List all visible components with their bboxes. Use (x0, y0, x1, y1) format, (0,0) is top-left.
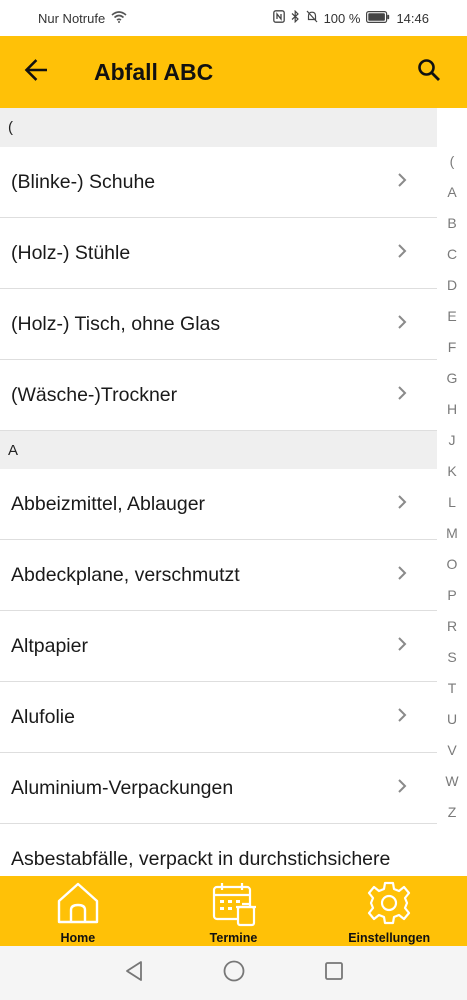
index-letter[interactable]: D (437, 269, 467, 300)
search-icon (417, 58, 441, 87)
search-button[interactable] (405, 48, 453, 96)
app-bar: Abfall ABC (0, 36, 467, 108)
chevron-right-icon (397, 635, 407, 658)
index-letter[interactable]: A (437, 176, 467, 207)
nav-einstellungen[interactable]: Einstellungen (311, 876, 467, 946)
list-item[interactable]: Abbeizmittel, Ablauger (0, 469, 437, 540)
waste-list[interactable]: ( (Blinke-) Schuhe (Holz-) Stühle (Holz-… (0, 108, 437, 876)
index-letter[interactable]: O (437, 548, 467, 579)
system-recents-button[interactable] (284, 946, 384, 1000)
nav-termine-label: Termine (209, 931, 258, 945)
chevron-right-icon (397, 171, 407, 194)
list-item[interactable]: Altpapier (0, 611, 437, 682)
nav-home[interactable]: Home (0, 876, 156, 946)
home-icon (54, 879, 102, 927)
index-letter[interactable]: P (437, 579, 467, 610)
system-back-button[interactable] (84, 946, 184, 1000)
chevron-right-icon (397, 384, 407, 407)
index-letter[interactable]: C (437, 238, 467, 269)
index-letter[interactable]: J (437, 424, 467, 455)
list-item-label: (Holz-) Tisch, ohne Glas (11, 312, 221, 335)
chevron-right-icon (397, 564, 407, 587)
nav-termine[interactable]: Termine (156, 876, 312, 946)
chevron-right-icon (397, 493, 407, 516)
arrow-left-icon (24, 58, 48, 86)
chevron-right-icon (397, 777, 407, 800)
list-item-label: Aluminium-Verpackungen (11, 776, 234, 799)
list-item[interactable]: Asbestabfälle, verpackt in durchstichsic… (0, 824, 437, 876)
index-letter[interactable]: H (437, 393, 467, 424)
chevron-right-icon (397, 242, 407, 265)
list-item[interactable]: Alufolie (0, 682, 437, 753)
list-item-label: Asbestabfälle, verpackt in durchstichsic… (11, 848, 391, 870)
list-item-label: Alufolie (11, 705, 75, 728)
index-letter[interactable]: U (437, 703, 467, 734)
nfc-icon (272, 10, 285, 26)
index-letter[interactable]: R (437, 610, 467, 641)
index-letter[interactable]: W (437, 765, 467, 796)
back-button[interactable] (0, 36, 72, 108)
list-item[interactable]: Aluminium-Verpackungen (0, 753, 437, 824)
mute-bell-icon (306, 10, 318, 26)
list-item[interactable]: (Holz-) Stühle (0, 218, 437, 289)
carrier-text: Nur Notrufe (38, 10, 106, 26)
list-item-label: Altpapier (11, 634, 88, 657)
clock: 14:46 (396, 10, 429, 26)
index-letter[interactable]: ( (437, 145, 467, 176)
index-letter[interactable]: B (437, 207, 467, 238)
list-item-label: (Holz-) Stühle (11, 241, 131, 264)
index-letter[interactable]: K (437, 455, 467, 486)
list-item-label: (Wäsche-)Trockner (11, 383, 178, 406)
list-item[interactable]: Abdeckplane, verschmutzt (0, 540, 437, 611)
list-item-label: Abdeckplane, verschmutzt (11, 563, 240, 586)
status-left: Nur Notrufe (38, 11, 127, 26)
battery-icon (366, 10, 390, 26)
square-recents-icon (324, 961, 344, 986)
index-letter[interactable]: M (437, 517, 467, 548)
circle-home-icon (223, 960, 245, 987)
index-letter[interactable]: E (437, 300, 467, 331)
system-nav-bar (0, 946, 467, 1000)
alphabet-index[interactable]: ( A B C D E F G H J K L M O P R S T U V … (437, 145, 467, 827)
status-right: 100 % 14:46 (272, 9, 429, 26)
nav-home-label: Home (60, 931, 96, 945)
battery-percent: 100 % (323, 10, 361, 26)
list-item[interactable]: (Holz-) Tisch, ohne Glas (0, 289, 437, 360)
triangle-back-icon (124, 960, 144, 987)
list-item[interactable]: (Wäsche-)Trockner (0, 360, 437, 431)
section-header: A (0, 431, 437, 469)
index-letter[interactable]: F (437, 331, 467, 362)
gear-icon (365, 879, 413, 927)
section-header: ( (0, 108, 437, 147)
bluetooth-icon (291, 9, 300, 26)
wifi-icon (111, 10, 127, 26)
index-letter[interactable]: V (437, 734, 467, 765)
index-letter[interactable]: Z (437, 796, 467, 827)
status-bar: Nur Notrufe 100 % 14:46 (0, 0, 467, 36)
bottom-nav: Home Termine Einstellungen (0, 876, 467, 946)
chevron-right-icon (397, 313, 407, 336)
index-letter[interactable]: G (437, 362, 467, 393)
calendar-trash-icon (210, 879, 258, 927)
index-letter[interactable]: T (437, 672, 467, 703)
list-item-label: (Blinke-) Schuhe (11, 170, 156, 193)
index-letter[interactable]: S (437, 641, 467, 672)
chevron-right-icon (397, 706, 407, 729)
list-item-label: Abbeizmittel, Ablauger (11, 492, 206, 515)
index-letter[interactable]: L (437, 486, 467, 517)
system-home-button[interactable] (184, 946, 284, 1000)
list-item[interactable]: (Blinke-) Schuhe (0, 147, 437, 218)
nav-einstellungen-label: Einstellungen (348, 931, 431, 945)
page-title: Abfall ABC (94, 58, 214, 85)
